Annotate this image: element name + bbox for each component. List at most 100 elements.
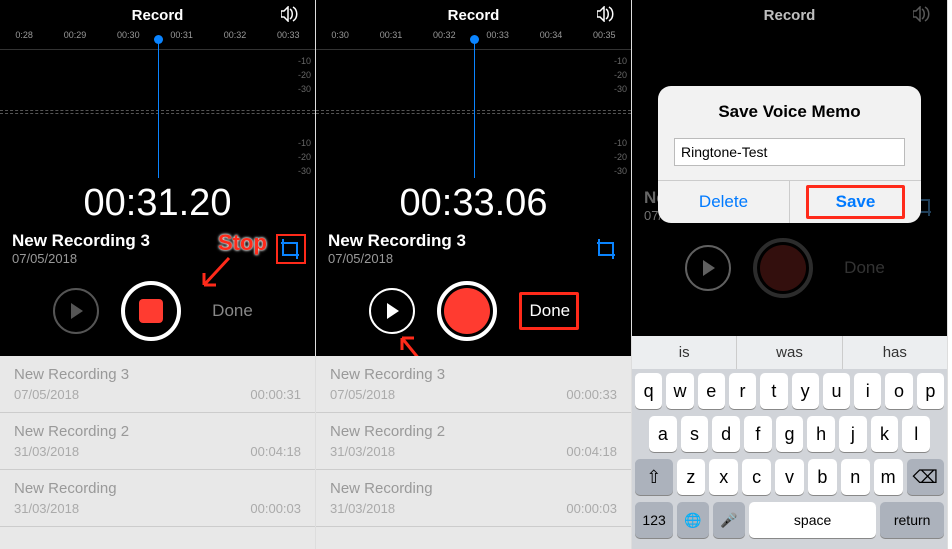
screen-play: Record 0:30 00:31 00:32 00:33 00:34 00:3…: [316, 0, 632, 549]
key-n[interactable]: n: [841, 459, 870, 495]
recordings-list[interactable]: New Recording 3 07/05/201800:00:33 New R…: [316, 356, 631, 549]
key-x[interactable]: x: [709, 459, 738, 495]
key-j[interactable]: j: [839, 416, 867, 452]
list-item-date: 31/03/2018: [14, 444, 79, 459]
kb-row-1: q w e r t y u i o p: [635, 373, 944, 409]
save-button[interactable]: Save: [790, 181, 921, 223]
list-item[interactable]: New Recording 3 07/05/201800:00:33: [316, 356, 631, 413]
key-p[interactable]: p: [917, 373, 944, 409]
speaker-icon[interactable]: [597, 6, 617, 26]
list-item-title: New Recording 2: [14, 423, 301, 440]
current-recording: New Recording 3 07/05/2018: [316, 225, 631, 266]
list-item-duration: 00:00:03: [250, 501, 301, 516]
stop-button[interactable]: [121, 281, 181, 341]
page-title: Record: [448, 7, 500, 24]
key-w[interactable]: w: [666, 373, 693, 409]
key-l[interactable]: l: [902, 416, 930, 452]
key-b[interactable]: b: [808, 459, 837, 495]
key-z[interactable]: z: [677, 459, 706, 495]
return-key[interactable]: return: [880, 502, 944, 538]
list-item-duration: 00:00:03: [566, 501, 617, 516]
key-e[interactable]: e: [698, 373, 725, 409]
key-f[interactable]: f: [744, 416, 772, 452]
key-a[interactable]: a: [649, 416, 677, 452]
save-dialog: Save Voice Memo Delete Save: [658, 86, 921, 223]
key-h[interactable]: h: [807, 416, 835, 452]
keyboard-suggestions[interactable]: is was has: [632, 336, 947, 369]
key-r[interactable]: r: [729, 373, 756, 409]
list-item-date: 07/05/2018: [14, 387, 79, 402]
done-button[interactable]: Done: [519, 292, 579, 330]
list-item-date: 31/03/2018: [330, 501, 395, 516]
waveform[interactable]: -10 -20 -30 -10 -20 -30: [0, 50, 315, 178]
trim-icon[interactable]: [595, 237, 619, 261]
playhead[interactable]: [474, 40, 475, 178]
play-button[interactable]: [53, 288, 99, 334]
keyboard[interactable]: is was has q w e r t y u i o p a s d f g…: [632, 336, 947, 549]
memo-name-field[interactable]: [674, 138, 905, 166]
elapsed-time: 00:33.06: [316, 182, 631, 225]
list-item-date: 07/05/2018: [330, 387, 395, 402]
db-labels: -10 -20 -30 -10 -20 -30: [614, 54, 627, 178]
key-m[interactable]: m: [874, 459, 903, 495]
play-icon: [71, 303, 83, 319]
list-item[interactable]: New Recording 2 31/03/201800:04:18: [316, 413, 631, 470]
key-s[interactable]: s: [681, 416, 709, 452]
key-t[interactable]: t: [760, 373, 787, 409]
key-k[interactable]: k: [871, 416, 899, 452]
recordings-list[interactable]: New Recording 3 07/05/201800:00:31 New R…: [0, 356, 315, 549]
list-item[interactable]: New Recording 2 31/03/201800:04:18: [0, 413, 315, 470]
stop-icon: [139, 299, 163, 323]
controls: Done: [316, 276, 631, 346]
record-icon: [444, 288, 490, 334]
header: Record: [316, 0, 631, 30]
elapsed-time: 00:31.20: [0, 182, 315, 225]
key-c[interactable]: c: [742, 459, 771, 495]
delete-button[interactable]: Delete: [658, 181, 790, 223]
backspace-key[interactable]: ⌫: [907, 459, 945, 495]
play-button[interactable]: [369, 288, 415, 334]
key-i[interactable]: i: [854, 373, 881, 409]
list-item[interactable]: New Recording 31/03/2018 00:00:03: [0, 470, 315, 527]
suggestion[interactable]: is: [632, 336, 737, 369]
trim-icon[interactable]: [279, 237, 303, 261]
list-item-title: New Recording: [14, 480, 301, 497]
key-v[interactable]: v: [775, 459, 804, 495]
speaker-icon[interactable]: [281, 6, 301, 26]
key-u[interactable]: u: [823, 373, 850, 409]
key-g[interactable]: g: [776, 416, 804, 452]
screen-stop: Record 0:28 00:29 00:30 00:31 00:32 00:3…: [0, 0, 316, 549]
list-item-title: New Recording: [330, 480, 617, 497]
record-button[interactable]: [437, 281, 497, 341]
mic-key[interactable]: 🎤: [713, 502, 745, 538]
waveform[interactable]: -10 -20 -30 -10 -20 -30: [316, 50, 631, 178]
list-item-date: 31/03/2018: [14, 501, 79, 516]
space-key[interactable]: space: [749, 502, 876, 538]
suggestion[interactable]: has: [843, 336, 947, 369]
key-o[interactable]: o: [885, 373, 912, 409]
kb-row-2: a s d f g h j k l: [635, 416, 944, 452]
list-item[interactable]: New Recording 3 07/05/201800:00:31: [0, 356, 315, 413]
controls: Done: [0, 276, 315, 346]
kb-row-4: 123 🌐 🎤 space return: [635, 502, 944, 538]
recording-title: New Recording 3: [12, 231, 150, 251]
dialog-title: Save Voice Memo: [658, 86, 921, 132]
page-title: Record: [132, 7, 184, 24]
shift-key[interactable]: ⇧: [635, 459, 673, 495]
key-q[interactable]: q: [635, 373, 662, 409]
key-y[interactable]: y: [792, 373, 819, 409]
list-item-date: 31/03/2018: [330, 444, 395, 459]
globe-key[interactable]: 🌐: [677, 502, 709, 538]
numbers-key[interactable]: 123: [635, 502, 673, 538]
list-item-duration: 00:00:33: [566, 387, 617, 402]
list-item-duration: 00:00:31: [250, 387, 301, 402]
play-icon: [387, 303, 399, 319]
memo-name-input[interactable]: [674, 138, 905, 166]
key-d[interactable]: d: [712, 416, 740, 452]
list-item[interactable]: New Recording 31/03/2018 00:00:03: [316, 470, 631, 527]
done-button[interactable]: Done: [203, 301, 263, 321]
recording-date: 07/05/2018: [12, 251, 150, 266]
playhead[interactable]: [158, 40, 159, 178]
db-labels: -10 -20 -30 -10 -20 -30: [298, 54, 311, 178]
suggestion[interactable]: was: [737, 336, 842, 369]
